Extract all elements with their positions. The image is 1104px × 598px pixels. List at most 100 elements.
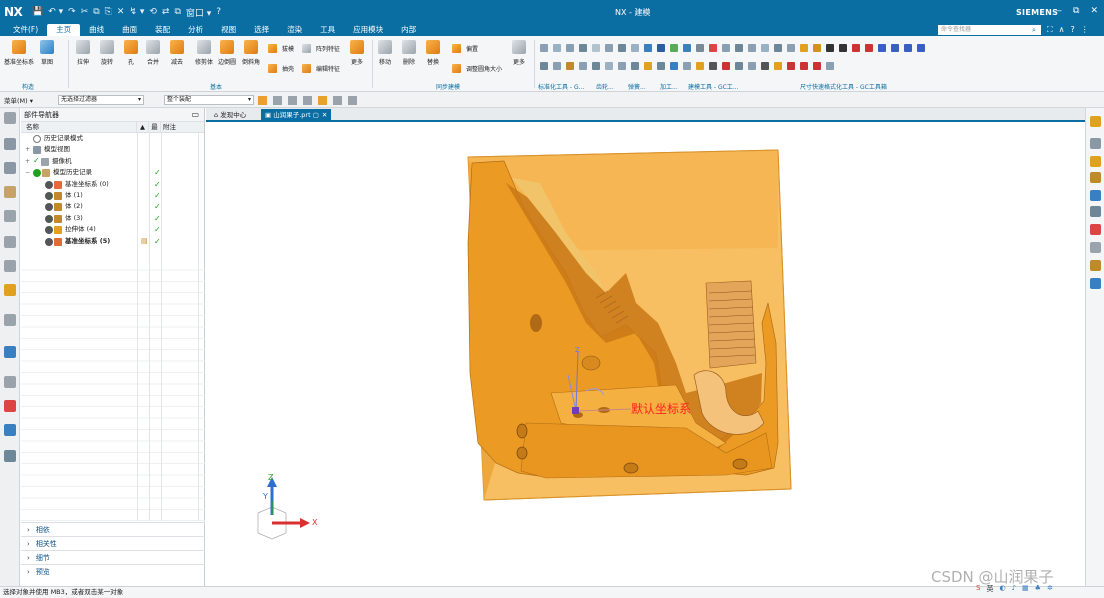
help-icon[interactable]: ? — [1070, 25, 1074, 35]
more-sync-button[interactable]: 更多 — [512, 40, 526, 66]
tray-icon[interactable]: ♣ — [1035, 584, 1041, 594]
fullscreen-icon[interactable]: ⛶ — [1047, 25, 1053, 35]
roles-icon[interactable] — [4, 400, 16, 412]
snap-icon[interactable] — [258, 96, 267, 105]
input-method-icon[interactable]: S — [976, 584, 980, 594]
tool-icon[interactable] — [566, 44, 574, 52]
hd3d-tools-icon[interactable] — [4, 236, 16, 248]
help-icon[interactable]: ? — [216, 7, 221, 17]
tool-icon[interactable] — [761, 44, 769, 52]
update-icon[interactable]: ⟲ — [149, 7, 157, 17]
minimize-icon[interactable]: ‒ — [1056, 6, 1062, 16]
snap-icon[interactable] — [318, 96, 327, 105]
window-menu[interactable]: 窗口 ▾ — [186, 6, 211, 19]
tree-row-datum-csys-0[interactable]: 基准坐标系 (0) ✓ — [21, 179, 204, 190]
snap-icon[interactable] — [333, 96, 342, 105]
part-icon[interactable] — [1090, 116, 1101, 127]
globe-icon[interactable] — [1090, 190, 1101, 201]
restore-icon[interactable]: ⧉ — [1073, 6, 1079, 16]
tool-icon[interactable] — [774, 62, 782, 70]
pattern-feature-button[interactable]: 阵列特征 — [302, 44, 340, 53]
process-studio-icon[interactable] — [4, 346, 16, 358]
tool-icon[interactable] — [800, 62, 808, 70]
tool-icon[interactable] — [670, 44, 678, 52]
tab-curve[interactable]: 曲线 — [80, 24, 113, 36]
tool-icon[interactable] — [631, 44, 639, 52]
more-icon[interactable]: ⋮ — [1081, 25, 1089, 35]
wrench-icon[interactable] — [1090, 206, 1101, 217]
snap-icon[interactable] — [348, 96, 357, 105]
visibility-eye-icon[interactable] — [45, 237, 53, 246]
undo-icon[interactable]: ↶ ▾ — [48, 7, 63, 17]
offset-region-button[interactable]: 偏置 — [452, 44, 478, 53]
assembly-navigator-icon[interactable] — [4, 138, 16, 150]
system-materials-icon[interactable] — [4, 314, 16, 326]
tool-icon[interactable] — [579, 44, 587, 52]
tab-tools[interactable]: 工具 — [311, 24, 344, 36]
type-filter-dropdown[interactable]: 无选择过滤器 — [58, 95, 144, 105]
revolve-button[interactable]: 旋转 — [100, 40, 114, 66]
tab-discovery-center[interactable]: ⌂ 发现中心 — [210, 109, 250, 121]
tool-icon[interactable] — [618, 62, 626, 70]
view-icon[interactable] — [1090, 138, 1101, 149]
settings-icon[interactable] — [4, 112, 16, 124]
delete-icon[interactable]: ✕ — [117, 7, 125, 17]
tab-home[interactable]: 主页 — [47, 24, 81, 36]
tool-icon[interactable] — [839, 44, 847, 52]
tab-view[interactable]: 视图 — [212, 24, 245, 36]
keyboard-icon[interactable]: ▦ — [1022, 584, 1029, 594]
tool-icon[interactable] — [566, 62, 574, 70]
unite-button[interactable]: 合并 — [146, 40, 160, 66]
tool-icon[interactable] — [761, 62, 769, 70]
tab-part-file[interactable]: ▣ 山润果子.prt ▢ ✕ — [261, 109, 332, 121]
tool-icon[interactable] — [865, 44, 873, 52]
tool-icon[interactable] — [748, 62, 756, 70]
constraint-navigator-icon[interactable] — [4, 162, 16, 174]
tool-icon[interactable] — [826, 62, 834, 70]
repeat-command-icon[interactable]: ↯ ▾ — [129, 7, 144, 17]
tree-row-model-history[interactable]: − 模型历史记录 ✓ — [21, 167, 204, 178]
tool-icon[interactable] — [644, 44, 652, 52]
tool-icon[interactable] — [605, 44, 613, 52]
expand-icon[interactable]: + — [25, 156, 31, 167]
replace-face-button[interactable]: 替换 — [426, 40, 440, 66]
knowledge-fusion-icon[interactable] — [4, 424, 16, 436]
main-menu-button[interactable]: 菜单(M) ▾ — [4, 95, 33, 105]
tab-applications[interactable]: 应用模块 — [344, 24, 392, 36]
snap-icon[interactable] — [303, 96, 312, 105]
subtract-button[interactable]: 减去 — [170, 40, 184, 66]
tool-icon[interactable] — [709, 62, 717, 70]
move-face-button[interactable]: 移动 — [378, 40, 392, 66]
hole-button[interactable]: 孔 — [124, 40, 138, 66]
tree-row-extrude-4[interactable]: 拉伸体 (4) ✓ — [21, 224, 204, 235]
tool-icon[interactable] — [631, 62, 639, 70]
visibility-eye-icon[interactable] — [45, 180, 53, 189]
tool-icon[interactable] — [592, 62, 600, 70]
column-name[interactable]: 名称 — [21, 122, 137, 132]
copy-icon[interactable]: ⧉ — [93, 7, 99, 17]
tool-icon[interactable] — [748, 44, 756, 52]
panel-details[interactable]: 细节 — [21, 550, 205, 564]
extrude-button[interactable]: 拉伸 — [76, 40, 90, 66]
tool-icon[interactable] — [683, 62, 691, 70]
panel-dependencies[interactable]: 相依 — [21, 522, 205, 536]
cube-icon[interactable] — [1090, 242, 1101, 253]
tool-icon[interactable] — [540, 62, 548, 70]
tool-icon[interactable] — [813, 62, 821, 70]
tree-row-body-2[interactable]: 体 (2) ✓ — [21, 201, 204, 212]
part-navigator-icon[interactable] — [4, 186, 16, 198]
tray-icon[interactable]: ◐ — [999, 584, 1005, 594]
web-browser-icon[interactable] — [4, 260, 16, 272]
tool-icon[interactable] — [722, 44, 730, 52]
tool-icon[interactable] — [722, 62, 730, 70]
house-icon[interactable] — [1090, 278, 1101, 289]
edit-feature-button[interactable]: 编辑特征 — [302, 64, 340, 73]
tool-icon[interactable] — [826, 44, 834, 52]
close-icon[interactable]: ✕ — [1090, 6, 1098, 16]
tool-icon[interactable] — [787, 44, 795, 52]
tree-row-history-mode[interactable]: 历史记录模式 — [21, 133, 204, 144]
tool-icon[interactable] — [878, 44, 886, 52]
datum-csys-button[interactable]: 基准坐标系 — [4, 40, 34, 66]
material-icon[interactable] — [1090, 172, 1101, 183]
tree-row-cameras[interactable]: + ✓ 摄像机 — [21, 156, 204, 167]
